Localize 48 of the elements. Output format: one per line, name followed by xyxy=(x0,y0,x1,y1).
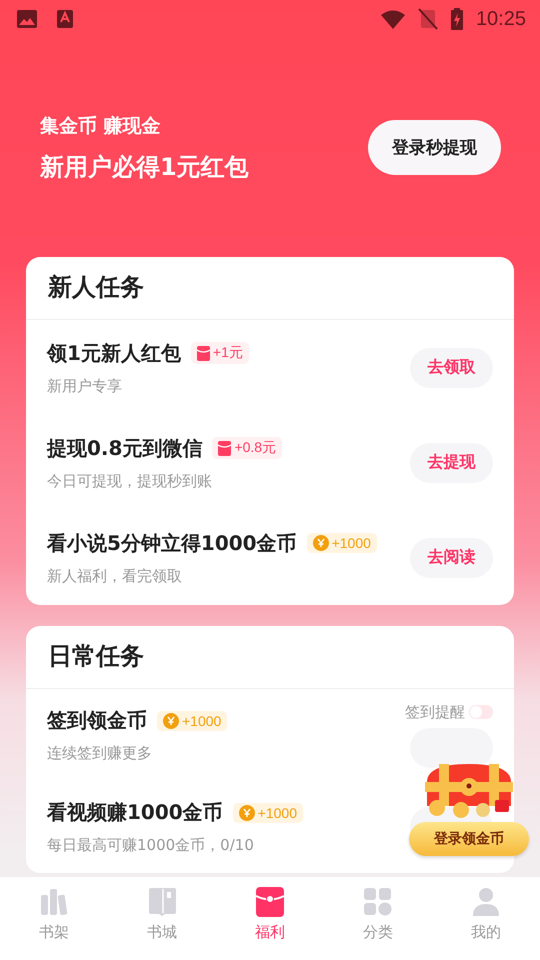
coin-icon xyxy=(163,712,179,728)
task-title: 领1元新人红包 xyxy=(47,340,181,366)
bookshelf-icon xyxy=(39,887,69,917)
task-title: 提现0.8元到微信 xyxy=(47,434,202,462)
coin-icon xyxy=(312,535,329,551)
reward-badge: +0.8元 xyxy=(212,437,282,459)
section-title: 新人任务 xyxy=(26,257,514,320)
image-icon xyxy=(16,9,38,29)
reminder-label: 签到提醒 xyxy=(405,702,465,722)
coin-icon xyxy=(238,804,255,820)
reminder-toggle[interactable] xyxy=(469,705,493,719)
nav-tab[interactable]: 分类 xyxy=(324,877,432,960)
clock-time: 10:25 xyxy=(476,8,526,30)
reward-badge: +1000 xyxy=(306,533,377,553)
reward-badge: +1元 xyxy=(190,342,249,364)
nav-tab[interactable]: 福利 xyxy=(216,877,324,960)
login-withdraw-button[interactable]: 登录秒提现 xyxy=(368,120,501,175)
reward-badge: +1000 xyxy=(232,802,303,822)
task-description: 今日可提现，提现秒到账 xyxy=(47,472,213,490)
task-button[interactable] xyxy=(410,728,493,768)
login-coin-popup[interactable]: 登录领金币 xyxy=(409,822,529,856)
task-description: 新人福利，看完领取 xyxy=(47,566,183,586)
task-button[interactable]: 去阅读 xyxy=(410,538,493,578)
task-title: 看视频赚1000金币 xyxy=(47,799,223,826)
nav-tab[interactable]: 书架 xyxy=(0,877,108,960)
nav-tab[interactable]: 我的 xyxy=(432,877,540,960)
grid-icon xyxy=(363,887,393,917)
task-description: 每日最高可赚1000金币，0/10 xyxy=(47,836,255,855)
envelope-icon xyxy=(196,346,210,360)
task-title: 看小说5分钟立得1000金币 xyxy=(47,530,297,556)
nav-tab[interactable]: 书城 xyxy=(108,877,216,960)
task-title: 签到领金币 xyxy=(47,707,147,734)
envelope-icon xyxy=(218,440,232,456)
task-description: 连续签到赚更多 xyxy=(47,744,153,763)
reward-badge: +1000 xyxy=(157,710,228,730)
hero-title: 新用户必得1元红包 xyxy=(40,152,250,182)
task-button[interactable]: 去领取 xyxy=(410,348,493,388)
envelope-icon xyxy=(255,887,285,917)
no-sim-icon xyxy=(418,8,438,30)
battery-charging-icon xyxy=(450,8,464,30)
person-icon xyxy=(471,887,501,917)
section-title: 日常任务 xyxy=(26,626,514,689)
book-icon xyxy=(147,887,177,917)
task-button[interactable]: 去提现 xyxy=(410,442,493,482)
font-icon xyxy=(56,9,74,29)
wifi-icon xyxy=(380,9,406,29)
hero-subtitle: 集金币 赚现金 xyxy=(40,114,162,138)
task-description: 新用户专享 xyxy=(47,376,123,396)
